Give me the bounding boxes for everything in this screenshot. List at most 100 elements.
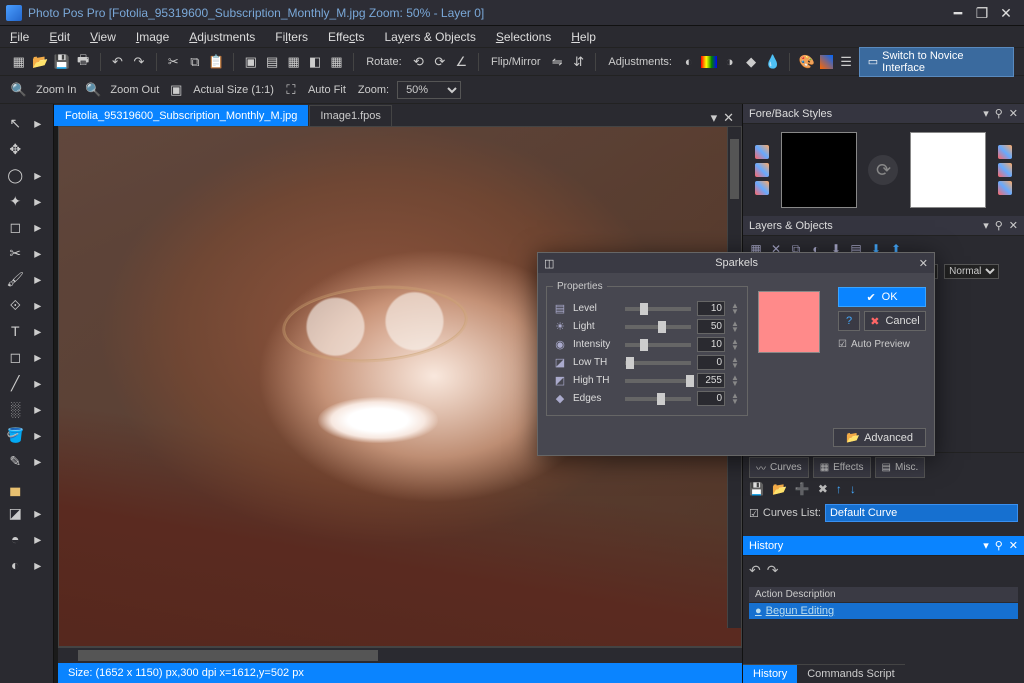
fill-tool-icon[interactable]: 🪣 — [6, 425, 25, 445]
layers-icon[interactable]: ▦ — [285, 53, 302, 71]
levels-icon[interactable]: ◆ — [742, 53, 759, 71]
menu-edit[interactable]: Edit — [49, 30, 70, 44]
tab-document[interactable]: Image1.fpos — [309, 105, 392, 126]
prop-slider[interactable] — [625, 325, 691, 329]
close-button[interactable]: ✕ — [994, 3, 1018, 23]
prop-slider[interactable] — [625, 307, 691, 311]
save-icon[interactable]: 💾 — [749, 482, 764, 496]
tab-effects[interactable]: ▦Effects — [813, 457, 871, 478]
swatch-icon[interactable] — [998, 145, 1012, 159]
gradient-icon[interactable] — [701, 56, 717, 68]
undo-icon[interactable]: ↶ — [109, 53, 126, 71]
filters-icon[interactable] — [820, 55, 834, 69]
menu-image[interactable]: Image — [136, 30, 169, 44]
crop-tool-icon[interactable]: ✂ — [6, 243, 25, 263]
tool-menu-icon[interactable]: ▸ — [29, 347, 48, 367]
tab-curves[interactable]: 〰Curves — [749, 457, 809, 478]
prop-input[interactable] — [697, 355, 725, 370]
eyedropper-tool-icon[interactable]: ✎ — [6, 451, 25, 471]
spinner-icon[interactable]: ▲▼ — [731, 393, 741, 405]
prop-input[interactable] — [697, 373, 725, 388]
novice-button[interactable]: ▭ Switch to Novice Interface — [859, 47, 1014, 77]
tool-menu-icon[interactable]: ▸ — [29, 529, 48, 549]
checkbox-icon[interactable]: ☑ — [749, 507, 759, 520]
blur-tool-icon[interactable]: ◓ — [6, 529, 25, 549]
zoom-in-label[interactable]: Zoom In — [36, 84, 76, 96]
tool-menu-icon[interactable]: ▸ — [29, 399, 48, 419]
paste-icon[interactable]: 📋 — [208, 53, 225, 71]
dialog-titlebar[interactable]: ◫ Sparkels ✕ — [538, 253, 934, 273]
panel-forestyles-header[interactable]: Fore/Back Styles ▾⚲✕ — [743, 104, 1024, 124]
tab-history[interactable]: History — [743, 664, 797, 683]
eraser-tool-icon[interactable]: ◪ — [6, 503, 25, 523]
text-tool-icon[interactable]: T — [6, 321, 25, 341]
tool-menu-icon[interactable]: ▸ — [29, 191, 48, 211]
menu-file[interactable]: File — [10, 30, 29, 44]
chevron-down-icon[interactable]: ▾ — [983, 219, 989, 232]
auto-fit-label[interactable]: Auto Fit — [308, 84, 346, 96]
swap-colors-icon[interactable]: ⟳ — [868, 155, 898, 185]
help-button[interactable]: ? — [838, 311, 860, 331]
spinner-icon[interactable]: ▲▼ — [731, 357, 741, 369]
prop-input[interactable] — [697, 301, 725, 316]
swatch-icon[interactable] — [755, 181, 769, 195]
menu-layers[interactable]: Layers & Objects — [384, 30, 475, 44]
prop-input[interactable] — [697, 391, 725, 406]
panel-layers-header[interactable]: Layers & Objects ▾⚲✕ — [743, 216, 1024, 236]
swatch-icon[interactable] — [755, 145, 769, 159]
tab-close-icon[interactable]: ✕ — [723, 110, 734, 126]
actual-size-icon[interactable]: ▣ — [167, 81, 185, 99]
wand-tool-icon[interactable]: ✦ — [6, 191, 25, 211]
tool-menu-icon[interactable]: ▸ — [29, 451, 48, 471]
menu-effects[interactable]: Effects — [328, 30, 364, 44]
script-icon[interactable]: ☰ — [837, 53, 854, 71]
menu-view[interactable]: View — [90, 30, 116, 44]
menu-selections[interactable]: Selections — [496, 30, 551, 44]
drop-icon[interactable]: 💧 — [764, 53, 781, 71]
close-icon[interactable]: ✕ — [1009, 539, 1018, 552]
tool-menu-icon[interactable]: ▸ — [29, 113, 48, 133]
tab-misc[interactable]: ▤Misc. — [875, 457, 926, 478]
chevron-down-icon[interactable]: ▾ — [983, 539, 989, 552]
tool-menu-icon[interactable]: ▸ — [29, 217, 48, 237]
copy-icon[interactable]: ⧉ — [186, 53, 203, 71]
swatch-icon[interactable] — [998, 163, 1012, 177]
spinner-icon[interactable]: ▲▼ — [731, 375, 741, 387]
frames-icon[interactable]: ▣ — [242, 53, 259, 71]
open-icon[interactable]: 📂 — [31, 53, 48, 71]
prop-input[interactable] — [697, 319, 725, 334]
redo-icon[interactable]: ↷ — [767, 562, 779, 579]
blend-select[interactable]: Normal — [944, 264, 999, 279]
cancel-button[interactable]: ✖Cancel — [864, 311, 926, 331]
tool-menu-icon[interactable]: ▸ — [29, 243, 48, 263]
curves-list-input[interactable] — [825, 504, 1018, 522]
lasso-tool-icon[interactable]: ◯ — [6, 165, 25, 185]
prop-slider[interactable] — [625, 361, 691, 365]
zoom-in-icon[interactable]: 🔍 — [10, 81, 28, 99]
zoom-select[interactable]: 50% — [397, 81, 461, 99]
background-swatch[interactable] — [910, 132, 986, 208]
color-preview[interactable] — [758, 291, 820, 353]
menu-filters[interactable]: Filters — [275, 30, 308, 44]
menu-adjustments[interactable]: Adjustments — [189, 30, 255, 44]
redo-icon[interactable]: ↷ — [130, 53, 147, 71]
prop-slider[interactable] — [625, 397, 691, 401]
auto-fit-icon[interactable]: ⛶ — [282, 81, 300, 99]
tool-menu-icon[interactable]: ▸ — [29, 373, 48, 393]
prop-slider[interactable] — [625, 343, 691, 347]
zoom-out-icon[interactable]: 🔍 — [84, 81, 102, 99]
rotate-right-icon[interactable]: ⟳ — [431, 53, 448, 71]
chevron-down-icon[interactable]: ▾ — [983, 107, 989, 120]
open-icon[interactable]: 📂 — [772, 482, 787, 496]
pin-icon[interactable]: ⚲ — [995, 219, 1003, 232]
hue-icon[interactable]: ◑ — [721, 53, 738, 71]
move-tool-icon[interactable]: ✥ — [6, 139, 25, 159]
scrollbar-horizontal[interactable] — [58, 647, 742, 663]
effects-icon[interactable]: 🎨 — [798, 53, 815, 71]
tab-commands[interactable]: Commands Script — [797, 664, 904, 683]
tool-menu-icon[interactable]: ▸ — [29, 269, 48, 289]
auto-preview-row[interactable]: ☑ Auto Preview — [838, 339, 926, 350]
collage-icon[interactable]: ▤ — [263, 53, 280, 71]
grid-icon[interactable]: ▦ — [328, 53, 345, 71]
pin-icon[interactable]: ⚲ — [995, 539, 1003, 552]
